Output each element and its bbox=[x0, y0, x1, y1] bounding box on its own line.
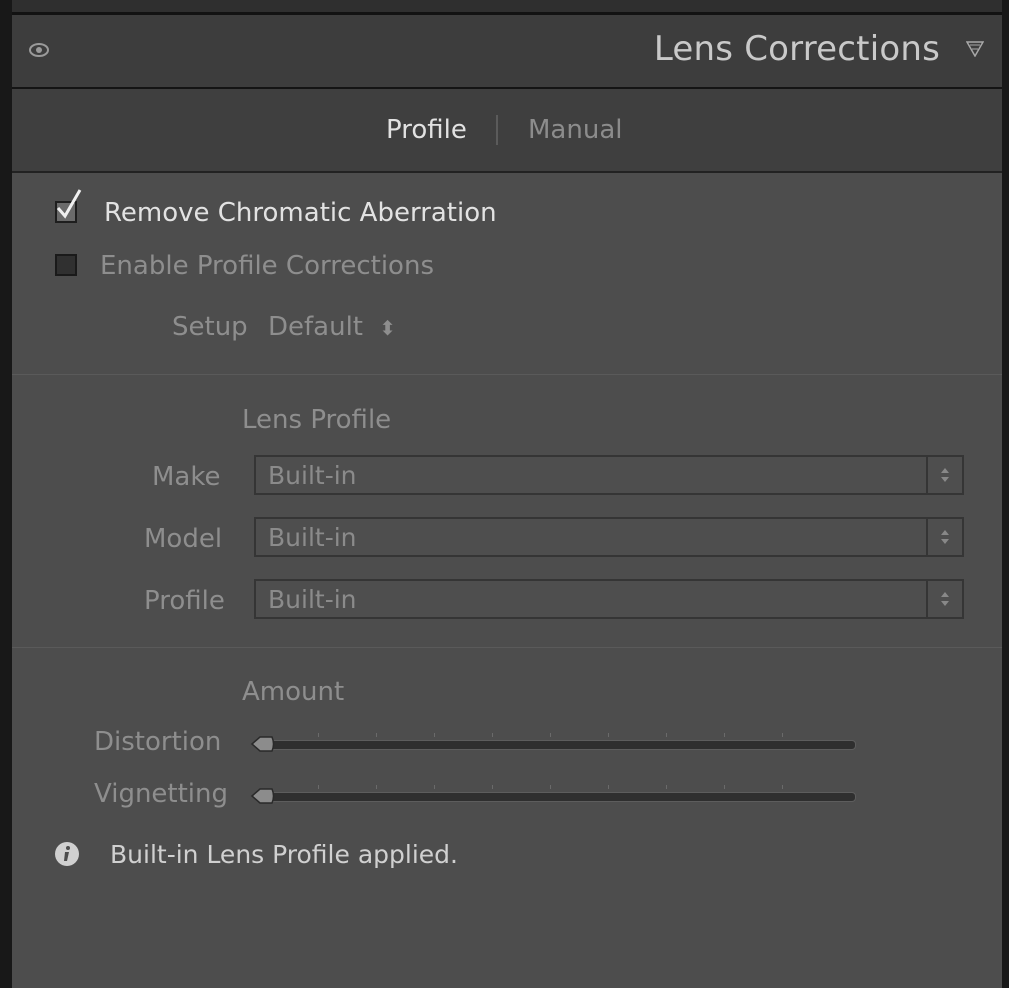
panel-top-strip bbox=[12, 0, 1002, 15]
tab-profile[interactable]: Profile bbox=[386, 115, 467, 145]
checkmark-icon bbox=[56, 189, 82, 219]
updown-arrow-icon: ⬍ bbox=[379, 316, 397, 340]
select-arrows-icon bbox=[926, 581, 949, 617]
make-select[interactable]: Built-in bbox=[254, 455, 964, 495]
remove-ca-label[interactable]: Remove Chromatic Aberration bbox=[104, 198, 497, 228]
amount-heading: Amount bbox=[242, 677, 345, 707]
setup-dropdown[interactable]: Default ⬍ bbox=[268, 312, 396, 342]
info-icon bbox=[55, 842, 79, 866]
setup-label: Setup bbox=[172, 312, 248, 342]
panel-right-border bbox=[1002, 0, 1009, 988]
distortion-label: Distortion bbox=[94, 727, 222, 757]
lens-corrections-panel: Lens Corrections Profile Manual Remove C… bbox=[0, 0, 1009, 988]
model-value: Built-in bbox=[268, 523, 357, 552]
select-arrows-icon bbox=[926, 519, 949, 555]
model-label: Model bbox=[144, 524, 223, 554]
make-label: Make bbox=[152, 462, 221, 492]
panel-left-border bbox=[0, 0, 12, 988]
vignetting-slider-thumb[interactable] bbox=[250, 786, 276, 806]
profile-select[interactable]: Built-in bbox=[254, 579, 964, 619]
section-divider bbox=[12, 647, 1002, 648]
tab-divider bbox=[496, 115, 498, 145]
vignetting-label: Vignetting bbox=[94, 779, 229, 809]
collapse-triangle-icon[interactable] bbox=[966, 41, 984, 57]
mode-tabs: Profile Manual bbox=[12, 89, 1002, 173]
section-divider bbox=[12, 374, 1002, 375]
vignetting-slider[interactable] bbox=[262, 792, 856, 802]
enable-profile-label[interactable]: Enable Profile Corrections bbox=[100, 251, 434, 281]
remove-ca-checkbox[interactable] bbox=[55, 189, 82, 223]
distortion-slider-thumb[interactable] bbox=[250, 734, 276, 754]
select-arrows-icon bbox=[926, 457, 949, 493]
make-value: Built-in bbox=[268, 461, 357, 490]
profile-value: Built-in bbox=[268, 585, 357, 614]
profile-label: Profile bbox=[144, 586, 225, 616]
tab-manual[interactable]: Manual bbox=[528, 115, 622, 145]
enable-profile-checkbox[interactable] bbox=[55, 254, 77, 276]
profile-status-message: Built-in Lens Profile applied. bbox=[110, 840, 458, 869]
lens-profile-heading: Lens Profile bbox=[242, 405, 392, 435]
panel-header[interactable]: Lens Corrections bbox=[12, 15, 1002, 89]
panel-title: Lens Corrections bbox=[653, 29, 940, 69]
eye-icon[interactable] bbox=[28, 39, 50, 61]
model-select[interactable]: Built-in bbox=[254, 517, 964, 557]
setup-value: Default bbox=[268, 312, 363, 342]
distortion-slider[interactable] bbox=[262, 740, 856, 750]
